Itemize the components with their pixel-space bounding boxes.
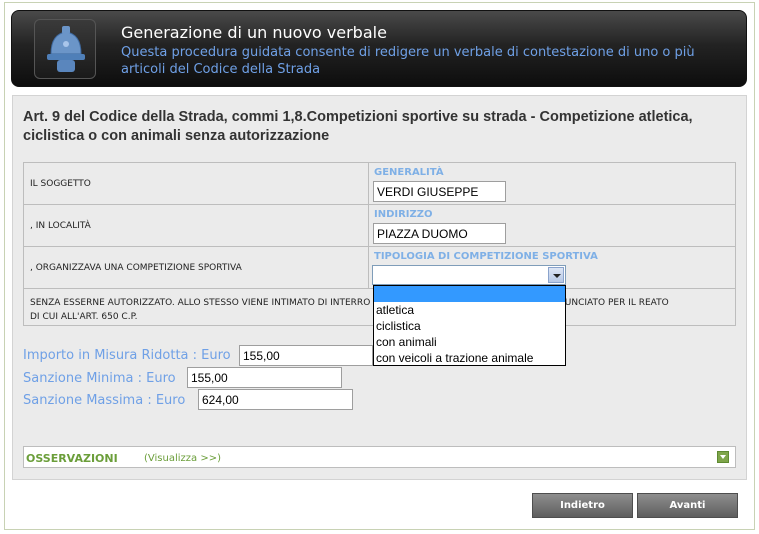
observations-toggle-link[interactable]: (Visualizza >>) [144, 453, 221, 464]
indirizzo-input[interactable]: PIAZZA DUOMO [373, 223, 506, 244]
importo-ridotto-label: Importo in Misura Ridotta : Euro [23, 348, 231, 363]
chevron-down-icon[interactable] [548, 267, 564, 283]
label-soggetto: IL SOGGETTO [30, 179, 91, 189]
form-row-soggetto: IL SOGGETTO GENERALITÀ VERDI GIUSEPPE [24, 163, 735, 205]
dropdown-option[interactable] [374, 286, 565, 302]
article-title: Art. 9 del Codice della Strada, commi 1,… [23, 109, 693, 144]
police-helmet-icon [34, 19, 96, 79]
page-subtitle: Questa procedura guidata consente di red… [121, 45, 695, 77]
next-button[interactable]: Avanti [637, 493, 738, 518]
form-row-localita: , IN LOCALITÀ INDIRIZZO PIAZZA DUOMO [24, 205, 735, 247]
importo-ridotto-input[interactable]: 155,00 [239, 345, 373, 366]
tipologia-select[interactable] [372, 265, 566, 285]
notice-line1: SENZA ESSERNE AUTORIZZATO. ALLO STESSO V… [30, 298, 371, 308]
wizard-header: Generazione di un nuovo verbale Questa p… [11, 10, 747, 87]
tipologia-dropdown-list[interactable]: atletica ciclistica con animali con veic… [373, 285, 566, 366]
generalita-input[interactable]: VERDI GIUSEPPE [373, 181, 506, 202]
dropdown-option[interactable]: ciclistica [374, 318, 565, 334]
field-label-tipologia: TIPOLOGIA DI COMPETIZIONE SPORTIVA [374, 251, 598, 262]
sanzione-minima-input[interactable]: 155,00 [187, 367, 342, 388]
label-localita: , IN LOCALITÀ [30, 221, 91, 231]
sanzione-minima-label: Sanzione Minima : Euro [23, 371, 176, 386]
dropdown-option[interactable]: con veicoli a trazione animale [374, 350, 565, 366]
observations-label: OSSERVAZIONI [26, 452, 118, 465]
page-title: Generazione di un nuovo verbale [121, 23, 387, 42]
back-button[interactable]: Indietro [532, 493, 633, 518]
dropdown-option[interactable]: con animali [374, 334, 565, 350]
observations-bar[interactable]: OSSERVAZIONI (Visualizza >>) [23, 446, 736, 468]
notice-line2: DI CUI ALL'ART. 650 C.P. [30, 312, 138, 322]
field-label-generalita: GENERALITÀ [374, 167, 444, 178]
sanzione-massima-label: Sanzione Massima : Euro [23, 393, 186, 408]
field-label-indirizzo: INDIRIZZO [374, 209, 433, 220]
dropdown-option[interactable]: atletica [374, 302, 565, 318]
label-competizione: , ORGANIZZAVA UNA COMPETIZIONE SPORTIVA [30, 263, 242, 273]
sanzione-massima-input[interactable]: 624,00 [198, 389, 353, 410]
expand-icon[interactable] [717, 451, 729, 463]
